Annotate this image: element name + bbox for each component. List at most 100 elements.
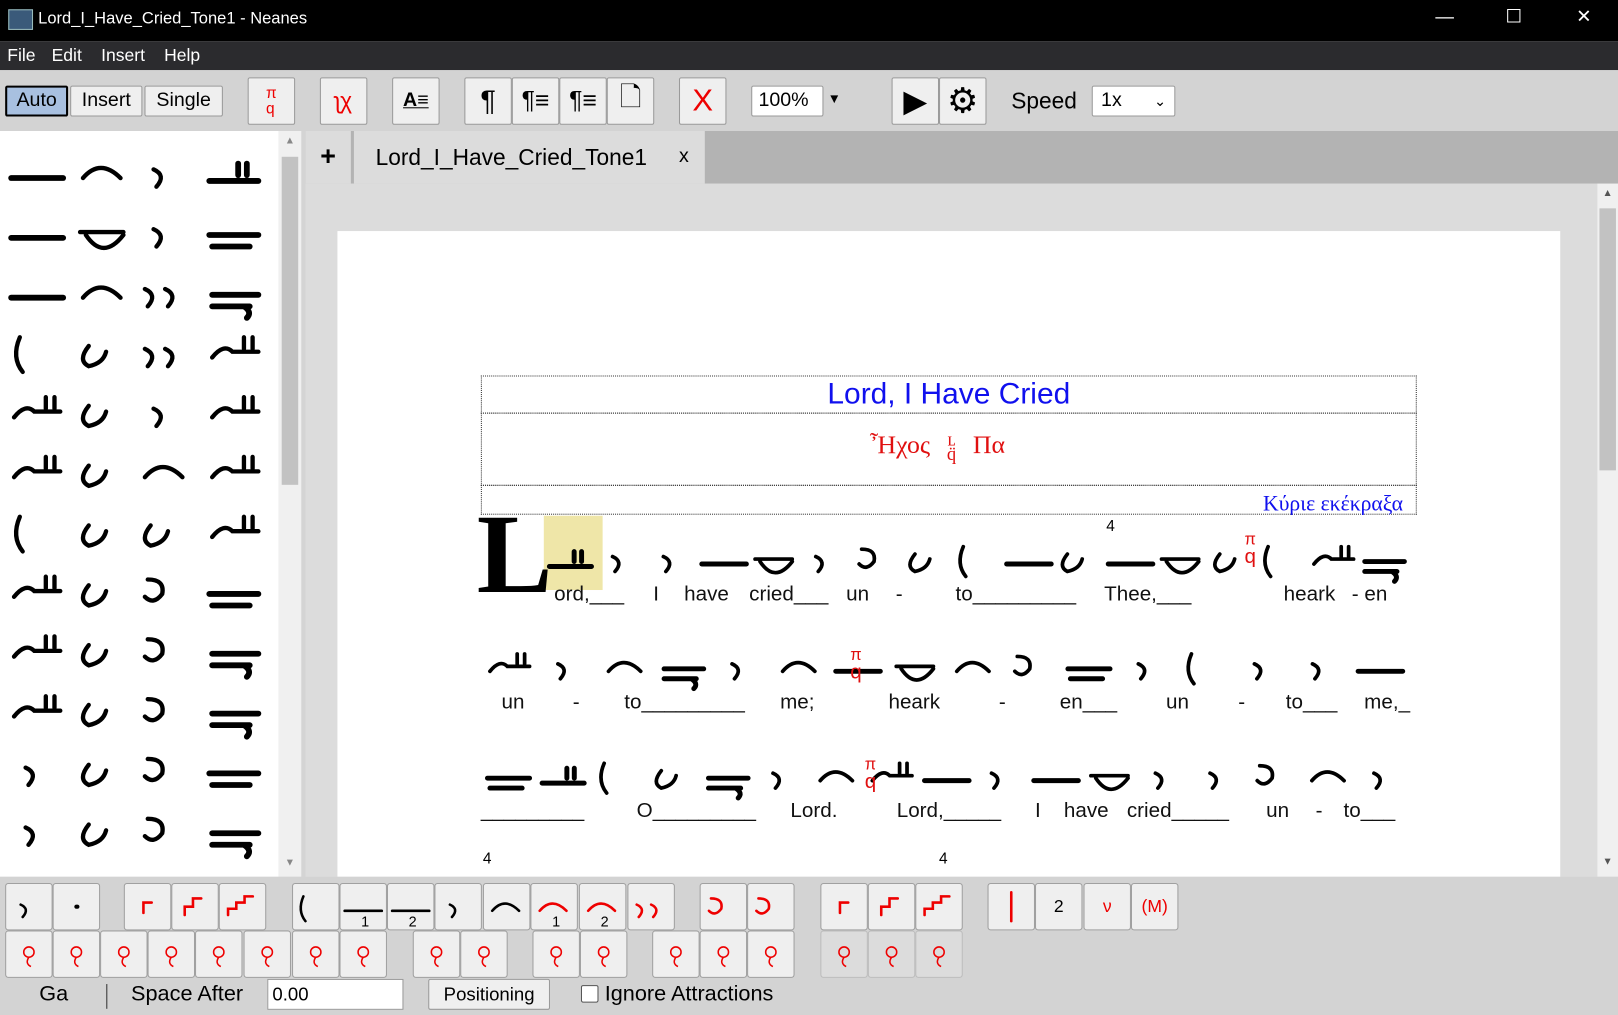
neume-button-txt[interactable]: 2 — [1034, 882, 1083, 931]
palette-neume-apos-icon[interactable] — [151, 227, 163, 249]
lyric-syllable[interactable]: - — [573, 691, 580, 715]
neume-button-ornament[interactable] — [5, 930, 53, 978]
play-button[interactable]: ▶ — [891, 77, 940, 125]
neume-apos-icon[interactable] — [771, 771, 782, 790]
palette-neume-stav-icon[interactable] — [142, 696, 165, 723]
speed-select[interactable]: 1x ⌄ — [1091, 85, 1176, 117]
delete-button[interactable]: X — [678, 77, 727, 125]
palette-neume-elafron-icon[interactable] — [80, 702, 109, 728]
neume-button-ornament[interactable] — [52, 930, 101, 978]
space-after-input[interactable]: 0.00 — [267, 978, 404, 1010]
neume-bar-icon[interactable] — [958, 544, 968, 579]
neume-apos-icon[interactable] — [556, 662, 566, 681]
neume-hamili-icon[interactable] — [705, 775, 751, 801]
neume-button-ornament[interactable] — [867, 930, 916, 978]
zoom-dropdown-icon[interactable]: ▼ — [828, 91, 841, 106]
palette-neume-apos-icon[interactable] — [23, 825, 35, 847]
palette-neume-oligk-icon[interactable] — [209, 454, 261, 480]
lyric-syllable[interactable]: me,_ — [1364, 691, 1410, 715]
mode-single-button[interactable]: Single — [144, 85, 223, 117]
neume-apos-icon[interactable] — [1208, 771, 1219, 790]
neume-button-r2[interactable] — [171, 882, 219, 931]
neume-button-ornament[interactable] — [699, 930, 748, 978]
lyric-syllable[interactable]: en___ — [1060, 691, 1117, 715]
palette-neume-oligk-icon[interactable] — [209, 394, 261, 420]
neume-button-ornament[interactable] — [412, 930, 461, 978]
palette-neume-oligk-icon[interactable] — [11, 454, 63, 480]
ignore-attractions-checkbox[interactable] — [580, 985, 599, 1003]
neume-stav-icon[interactable] — [1255, 763, 1275, 786]
palette-neume-stav-icon[interactable] — [142, 756, 165, 783]
lyric-syllable[interactable]: to_________ — [956, 583, 1077, 607]
neume-olig-icon[interactable] — [539, 765, 587, 786]
lyric-syllable[interactable]: heark — [888, 691, 940, 715]
palette-scrollbar-thumb[interactable] — [281, 156, 299, 485]
palette-neume-oligk-icon[interactable] — [11, 634, 63, 659]
palette-neume-dbl-icon[interactable] — [206, 770, 262, 788]
lyric-syllable[interactable]: cried___ — [749, 583, 828, 607]
lyric-syllable[interactable]: un — [1266, 799, 1289, 823]
palette-neume-hamili-icon[interactable] — [209, 650, 262, 680]
lyrics-format-button[interactable]: A≡ — [392, 77, 440, 125]
tab-close-icon[interactable]: x — [679, 145, 689, 168]
palette-neume-bar-icon[interactable] — [13, 335, 25, 375]
lyric-syllable[interactable]: have — [684, 583, 729, 607]
lyric-syllable[interactable]: to___ — [1286, 691, 1338, 715]
neume-button-apos[interactable] — [5, 882, 53, 931]
score-scrollbar[interactable]: ▲ ▼ — [1597, 183, 1618, 877]
neume-elafron-icon[interactable] — [1212, 552, 1237, 574]
neume-button-r1[interactable] — [820, 882, 868, 931]
neume-button-dot[interactable] — [52, 882, 101, 931]
neume-petaste-icon[interactable] — [753, 557, 795, 575]
palette-neume-oligk-icon[interactable] — [11, 694, 63, 719]
lyric-syllable[interactable]: I — [1035, 799, 1041, 823]
scroll-up-icon[interactable]: ▲ — [1603, 188, 1613, 199]
lyric-syllable[interactable]: me; — [780, 691, 814, 715]
neume-apos-icon[interactable] — [730, 662, 741, 681]
score-scrollbar-thumb[interactable] — [1599, 208, 1616, 471]
palette-neume-stav-icon[interactable] — [142, 816, 165, 842]
neume-button-ornament[interactable] — [292, 930, 340, 978]
neume-olig-icon[interactable] — [546, 549, 594, 569]
settings-button[interactable]: ⚙ — [939, 77, 987, 125]
neume-bar-icon[interactable] — [1263, 544, 1273, 579]
neume-oligk-icon[interactable] — [870, 761, 914, 783]
palette-neume-elafron-icon[interactable] — [80, 523, 109, 548]
lyric-syllable[interactable]: cried_____ — [1127, 799, 1229, 823]
menu-file[interactable]: File — [7, 45, 35, 66]
neume-kentema-icon[interactable] — [1310, 770, 1346, 783]
palette-neume-apos-icon[interactable] — [151, 167, 163, 189]
palette-neume-stav-icon[interactable] — [142, 637, 165, 663]
lyric-syllable[interactable]: Lord,_____ — [897, 799, 1001, 823]
lyric-syllable[interactable]: to___ — [1344, 799, 1396, 823]
neume-oligk-icon[interactable] — [1312, 544, 1356, 566]
neume-dbl-icon[interactable] — [484, 775, 533, 791]
neume-hamili-icon[interactable] — [661, 666, 707, 692]
page-break-button[interactable]: 🗋 — [606, 77, 655, 125]
minimize-icon[interactable]: — — [1424, 6, 1465, 28]
lyric-syllable[interactable]: un — [846, 583, 869, 607]
scroll-down-icon[interactable]: ▼ — [285, 857, 295, 868]
neume-button-yporroi[interactable] — [627, 882, 675, 931]
neume-elafron-icon[interactable] — [1060, 552, 1085, 574]
add-tab-button[interactable]: + — [305, 131, 351, 184]
maximize-icon[interactable]: ☐ — [1493, 6, 1534, 28]
neume-button-stav[interactable] — [699, 882, 748, 931]
neume-button-ornament[interactable] — [339, 930, 387, 978]
neume-stav-icon[interactable] — [857, 547, 877, 570]
mode-auto-button[interactable]: Auto — [5, 85, 69, 117]
neume-petaste-icon[interactable] — [1089, 773, 1130, 792]
palette-neume-stav-icon[interactable] — [142, 577, 165, 603]
palette-neume-elafron-icon[interactable] — [80, 463, 109, 489]
palette-neume-elafron-icon[interactable] — [80, 642, 109, 668]
neume-apos-icon[interactable] — [813, 554, 824, 574]
neume-apos-icon[interactable] — [1153, 771, 1164, 790]
palette-neume-petaste-icon[interactable] — [77, 229, 126, 251]
neume-kentema-icon[interactable] — [780, 660, 817, 674]
neume-button-ornament[interactable] — [915, 930, 963, 978]
neume-button-ison[interactable]: 1 — [339, 882, 387, 931]
neume-apos-icon[interactable] — [661, 554, 672, 574]
neume-button-ornament[interactable] — [820, 930, 868, 978]
neume-button-txt[interactable]: ν — [1083, 882, 1131, 931]
menu-edit[interactable]: Edit — [52, 45, 82, 66]
